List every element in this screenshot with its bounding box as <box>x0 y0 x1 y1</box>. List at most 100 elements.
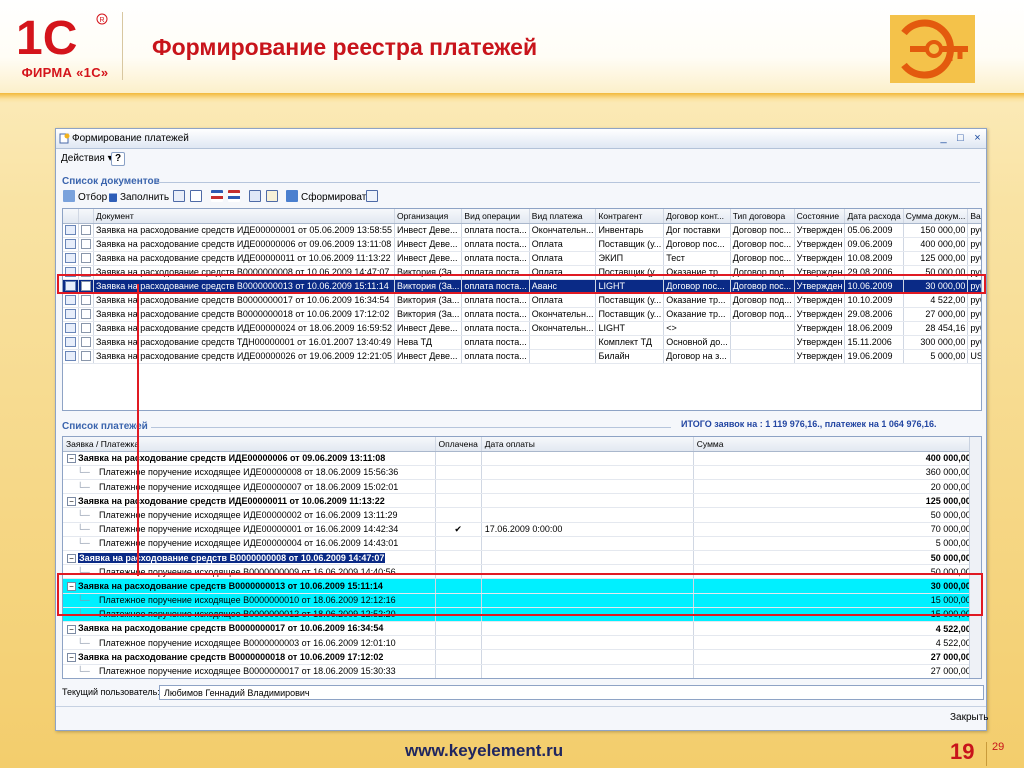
column-header[interactable]: Состояние <box>794 209 846 224</box>
column-header[interactable]: Сумма <box>693 437 975 452</box>
row-checkbox-cell[interactable] <box>78 251 94 266</box>
column-header[interactable]: Вид операции <box>461 209 530 224</box>
document-cell: Оказание тр... <box>663 293 731 308</box>
column-header[interactable]: Дата расхода <box>844 209 904 224</box>
payment-order-row[interactable]: └─ Платежное поручение исходящее ИДЕ00000… <box>63 479 975 495</box>
close-window-button[interactable]: × <box>970 131 985 145</box>
close-button[interactable]: Закрыть <box>946 710 993 725</box>
column-header[interactable]: Вид платежа <box>529 209 597 224</box>
paid-cell[interactable] <box>435 678 481 679</box>
column-header[interactable]: Оплачена <box>435 437 482 452</box>
copy-button[interactable] <box>190 190 205 203</box>
fill-button[interactable]: Заполнить <box>109 190 169 203</box>
report-button[interactable] <box>366 190 381 203</box>
minimize-button[interactable]: _ <box>936 131 951 145</box>
row-checkbox[interactable] <box>81 309 91 320</box>
paid-cell[interactable] <box>435 649 482 665</box>
row-checkbox-cell[interactable] <box>78 293 94 308</box>
payment-order-row[interactable]: └─ Платежное поручение исходящее ИДЕ00000… <box>63 522 975 537</box>
document-icon <box>65 351 76 362</box>
document-row[interactable]: Заявка на расходование средств В00000000… <box>63 307 981 322</box>
paid-cell[interactable] <box>435 479 482 495</box>
paid-cell[interactable] <box>435 550 482 566</box>
row-checkbox[interactable] <box>81 239 91 250</box>
document-row[interactable]: Заявка на расходование средств ИДЕ000000… <box>63 237 981 252</box>
sort-desc-button[interactable] <box>228 190 243 203</box>
document-cell: Инвест Деве... <box>394 349 463 364</box>
request-row[interactable]: − Заявка на расходование средств В0000000… <box>63 621 975 637</box>
row-checkbox[interactable] <box>81 323 91 334</box>
ungroup-button[interactable] <box>266 190 281 203</box>
help-button[interactable]: ? <box>111 152 125 166</box>
logo-caption: ФИРМА «1С» <box>21 65 109 80</box>
collapse-toggle-icon[interactable]: − <box>67 652 76 662</box>
paid-cell[interactable] <box>435 536 482 552</box>
document-cell: Билайн <box>595 349 665 364</box>
row-checkbox-cell[interactable] <box>78 335 94 350</box>
document-row[interactable]: Заявка на расходование средств ИДЕ000000… <box>63 321 981 336</box>
row-checkbox-cell[interactable] <box>78 237 94 252</box>
row-checkbox-cell[interactable] <box>78 321 94 336</box>
column-header[interactable]: Дата оплаты <box>481 437 694 452</box>
form-button[interactable]: Сформировать <box>286 190 372 203</box>
paid-cell[interactable] <box>435 507 482 523</box>
group-button[interactable] <box>249 190 264 203</box>
report-icon <box>366 190 378 202</box>
column-header[interactable]: Контрагент <box>595 209 665 224</box>
document-row[interactable]: Заявка на расходование средств ТДН000000… <box>63 335 981 350</box>
paid-cell[interactable] <box>435 493 482 509</box>
actions-menu[interactable]: Действия ▾ <box>61 153 113 164</box>
column-header[interactable]: Договор конт... <box>663 209 731 224</box>
column-header[interactable]: Сумма докум... <box>903 209 969 224</box>
document-icon <box>65 337 76 348</box>
payment-order-row[interactable]: └─ Платежное поручение исходящее ИДЕ00000… <box>63 536 975 552</box>
footer-url[interactable]: www.keyelement.ru <box>405 741 563 761</box>
payment-order-row[interactable]: └─ Платежное поручение исходящее В0000000… <box>63 635 975 651</box>
column-header[interactable]: Организация <box>394 209 463 224</box>
row-checkbox[interactable] <box>81 225 91 236</box>
request-row[interactable]: −Заявка на расходование средств ИДЕ00000… <box>63 678 974 679</box>
payment-order-row[interactable]: └─ Платежное поручение исходящее ИДЕ00000… <box>63 465 975 481</box>
document-cell: 19.06.2009 <box>844 349 904 364</box>
row-checkbox-cell[interactable] <box>78 349 94 364</box>
paid-cell[interactable] <box>435 635 482 651</box>
row-checkbox-cell[interactable] <box>78 223 94 238</box>
vertical-scrollbar[interactable] <box>969 437 981 678</box>
document-row[interactable]: Заявка на расходование средств ИДЕ000000… <box>63 349 981 364</box>
document-row[interactable]: Заявка на расходование средств ИДЕ000000… <box>63 223 981 238</box>
paid-cell[interactable] <box>435 465 482 481</box>
collapse-toggle-icon[interactable]: − <box>67 454 76 464</box>
column-header[interactable]: Валюта докум... <box>967 209 981 224</box>
column-header[interactable]: Заявка / Платежка <box>63 437 436 452</box>
row-checkbox[interactable] <box>81 337 91 348</box>
payment-order-row[interactable]: └─ Платежное поручение исходящее В0000000… <box>63 664 975 678</box>
collapse-toggle-icon[interactable]: − <box>67 496 76 506</box>
paid-cell[interactable] <box>435 451 482 466</box>
request-row[interactable]: −Заявка на расходование средств ИДЕ00000… <box>63 451 975 466</box>
paid-cell[interactable] <box>435 664 482 678</box>
column-header[interactable]: Документ <box>93 209 395 224</box>
maximize-button[interactable]: □ <box>953 131 968 145</box>
row-checkbox[interactable] <box>81 253 91 264</box>
request-row[interactable]: − Заявка на расходование средств В0000000… <box>63 649 975 665</box>
collapse-toggle-icon[interactable]: − <box>67 624 76 634</box>
sort-asc-button[interactable] <box>211 190 226 203</box>
paid-cell[interactable]: ✔ <box>435 522 482 537</box>
request-row[interactable]: − Заявка на расходование средств В0000000… <box>63 550 975 566</box>
column-header[interactable]: Тип договора <box>730 209 795 224</box>
collapse-toggle-icon[interactable]: − <box>67 553 76 563</box>
current-user-field[interactable]: Любимов Геннадий Владимирович <box>159 685 984 700</box>
row-checkbox[interactable] <box>81 351 91 362</box>
row-checkbox[interactable] <box>81 295 91 306</box>
document-row[interactable]: Заявка на расходование средств В00000000… <box>63 293 981 308</box>
edit-button[interactable] <box>173 190 188 203</box>
request-payment-cell: └─ Платежное поручение исходящее ИДЕ00000… <box>63 522 436 537</box>
filter-button[interactable]: Отбор <box>63 190 107 203</box>
payment-order-row[interactable]: └─ Платежное поручение исходящее ИДЕ00000… <box>63 507 975 523</box>
row-checkbox-cell[interactable] <box>78 307 94 322</box>
document-row[interactable]: Заявка на расходование средств ИДЕ000000… <box>63 251 981 266</box>
payments-section-line <box>151 427 671 428</box>
sum-cell: 5 000,00 <box>693 536 975 552</box>
paid-cell[interactable] <box>435 621 482 637</box>
request-row[interactable]: −Заявка на расходование средств ИДЕ00000… <box>63 493 975 509</box>
